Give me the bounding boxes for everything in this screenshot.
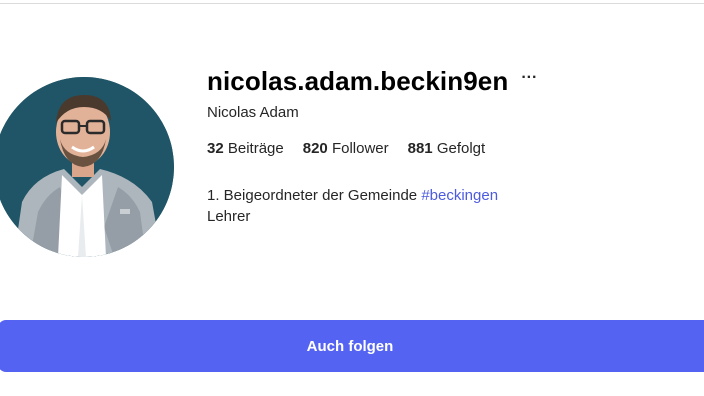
bio-line-1: 1. Beigeordneter der Gemeinde #beckingen	[207, 185, 498, 206]
bio-hashtag-link[interactable]: #beckingen	[421, 187, 498, 204]
follow-button[interactable]: Auch folgen	[0, 320, 704, 372]
following-count: 881	[407, 140, 433, 157]
posts-label: Beiträge	[227, 140, 284, 157]
posts-stat[interactable]: 32 Beiträge	[207, 140, 284, 157]
avatar[interactable]	[0, 77, 174, 257]
bio-line-1-text: 1. Beigeordneter der Gemeinde	[207, 187, 422, 204]
profile-page: nicolas.adam.beckin9en ··· Nicolas Adam …	[0, 0, 704, 396]
profile-stats: 32 Beiträge 820 Follower 881 Gefolgt	[207, 140, 504, 157]
more-options-icon[interactable]: ···	[520, 68, 538, 94]
following-stat[interactable]: 881 Gefolgt	[408, 140, 486, 157]
username-row: nicolas.adam.beckin9en ···	[207, 63, 538, 99]
full-name: Nicolas Adam	[207, 104, 299, 121]
avatar-image	[0, 77, 174, 257]
followers-count: 820	[302, 140, 328, 157]
posts-count: 32	[207, 140, 224, 157]
username: nicolas.adam.beckin9en	[207, 65, 509, 96]
bio-line-2: Lehrer	[207, 208, 251, 225]
followers-stat[interactable]: 820 Follower	[303, 140, 389, 157]
bio: 1. Beigeordneter der Gemeinde #beckingen…	[207, 185, 498, 227]
followers-label: Follower	[331, 140, 389, 157]
following-label: Gefolgt	[436, 140, 486, 157]
top-divider	[0, 0, 704, 4]
